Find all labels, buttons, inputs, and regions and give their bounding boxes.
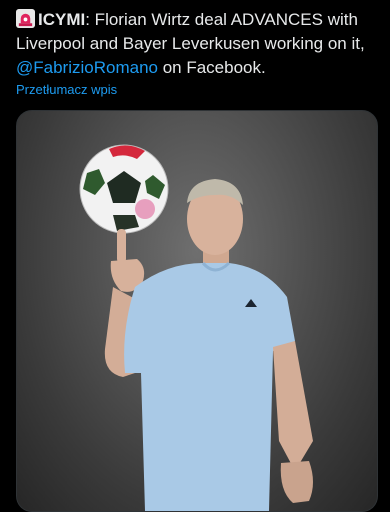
police-siren-icon — [16, 9, 35, 28]
translate-post-link[interactable]: Przetłumacz wpis — [16, 82, 117, 97]
icymi-label: ICYMI — [38, 10, 86, 29]
mention-link[interactable]: @FabrizioRomano — [16, 58, 158, 77]
football — [79, 144, 169, 234]
tweet-media-image[interactable] — [16, 110, 378, 512]
player-photo — [79, 144, 313, 511]
tweet-body-2: on Facebook. — [157, 58, 266, 77]
tweet-text: ICYMI: Florian Wirtz deal ADVANCES with … — [16, 8, 378, 80]
